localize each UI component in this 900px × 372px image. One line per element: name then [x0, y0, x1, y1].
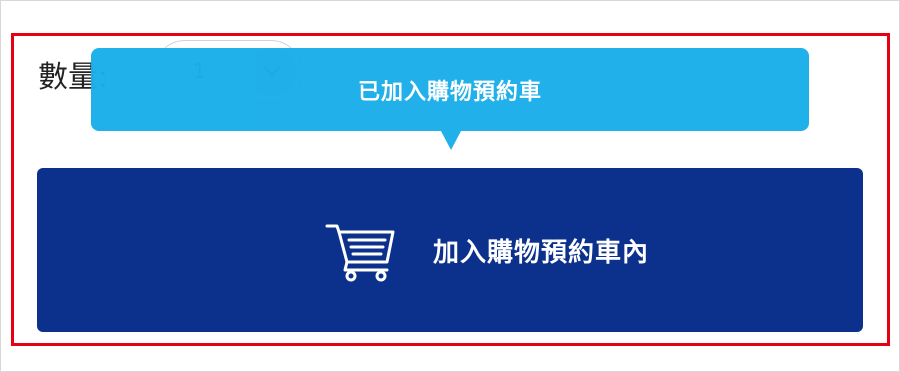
added-to-cart-tooltip: 已加入購物預約車 — [91, 48, 809, 150]
add-to-cart-button[interactable]: 加入購物預約車內 — [37, 168, 863, 332]
tooltip-pointer — [441, 131, 461, 150]
add-to-cart-label: 加入購物預約車內 — [433, 238, 650, 268]
tooltip-message: 已加入購物預約車 — [357, 80, 542, 105]
shopping-cart-icon — [325, 224, 395, 282]
